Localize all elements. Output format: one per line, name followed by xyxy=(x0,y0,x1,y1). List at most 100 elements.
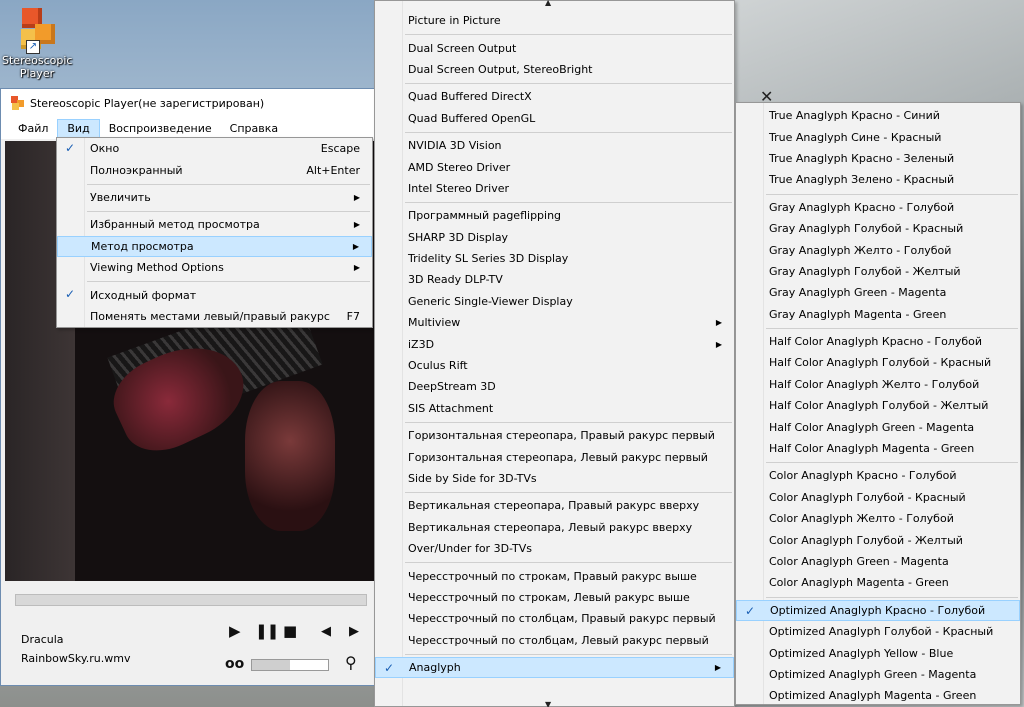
anaglyph-menu-item-gray-anaglyph-green-magenta[interactable]: Gray Anaglyph Green - Magenta xyxy=(736,282,1020,303)
submenu-arrow-icon: ▶ xyxy=(715,339,722,349)
anaglyph-menu-item-gray-anaglyph-красно-голубой[interactable]: Gray Anaglyph Красно - Голубой xyxy=(736,197,1020,218)
method-menu-item-side-by-side-for-3d-tvs[interactable]: Side by Side for 3D-TVs xyxy=(375,468,734,489)
anaglyph-menu-item-gray-anaglyph-голубой-желтый[interactable]: Gray Anaglyph Голубой - Желтый xyxy=(736,261,1020,282)
anaglyph-menu-item-half-color-anaglyph-голубой-красный[interactable]: Half Color Anaglyph Голубой - Красный xyxy=(736,352,1020,373)
method-menu-item-чересстрочный-по-столбцам-правый-ракурс-первый[interactable]: Чересстрочный по столбцам, Правый ракурс… xyxy=(375,608,734,629)
menu-item-label: Half Color Anaglyph Green - Magenta xyxy=(769,420,975,434)
method-menu-item-iz3d[interactable]: iZ3D ▶ xyxy=(375,333,734,354)
stereo-glasses-icon[interactable]: oo xyxy=(225,657,244,672)
anaglyph-menu-item-half-color-anaglyph-green-magenta[interactable]: Half Color Anaglyph Green - Magenta xyxy=(736,416,1020,437)
view-menu-item-полноэкранный[interactable]: Полноэкранный Alt+Enter xyxy=(57,159,372,180)
method-menu-item-nvidia-3d-vision[interactable]: NVIDIA 3D Vision xyxy=(375,135,734,156)
menu-item-label: Чересстрочный по строкам, Правый ракурс … xyxy=(408,569,697,583)
method-menu-item-multiview[interactable]: Multiview ▶ xyxy=(375,312,734,333)
menu-item-label: True Anaglyph Зелено - Красный xyxy=(769,173,955,187)
method-menu-item-quad-buffered-opengl[interactable]: Quad Buffered OpenGL xyxy=(375,108,734,129)
method-menu-item-программный-pageflipping[interactable]: Программный pageflipping xyxy=(375,205,734,226)
anaglyph-menu-item-optimized-anaglyph-magenta-green[interactable]: Optimized Anaglyph Magenta - Green xyxy=(736,685,1020,706)
play-icon[interactable]: ▶ xyxy=(229,624,241,639)
menu-help[interactable]: Справка xyxy=(221,120,287,137)
anaglyph-menu-item-half-color-anaglyph-magenta-green[interactable]: Half Color Anaglyph Magenta - Green xyxy=(736,438,1020,459)
anaglyph-menu-item-color-anaglyph-magenta-green[interactable]: Color Anaglyph Magenta - Green xyxy=(736,572,1020,593)
method-menu-item-чересстрочный-по-строкам-правый-ракурс-выше[interactable]: Чересстрочный по строкам, Правый ракурс … xyxy=(375,565,734,586)
method-menu-item-чересстрочный-по-столбцам-левый-ракурс-первый[interactable]: Чересстрочный по столбцам, Левый ракурс … xyxy=(375,630,734,651)
submenu-arrow-icon: ▶ xyxy=(714,663,721,673)
method-menu-item-вертикальная-стереопара-правый-ракурс-вверху[interactable]: Вертикальная стереопара, Правый ракурс в… xyxy=(375,495,734,516)
method-menu-item-вертикальная-стереопара-левый-ракурс-вверху[interactable]: Вертикальная стереопара, Левый ракурс вв… xyxy=(375,517,734,538)
method-menu-item-dual-screen-output[interactable]: Dual Screen Output xyxy=(375,37,734,58)
anaglyph-menu: True Anaglyph Красно - Синий True Anaglyp… xyxy=(735,102,1021,705)
method-menu-item-чересстрочный-по-строкам-левый-ракурс-выше[interactable]: Чересстрочный по строкам, Левый ракурс в… xyxy=(375,587,734,608)
view-menu-item-увеличить[interactable]: Увеличить ▶ xyxy=(57,187,372,208)
method-menu-item-generic-single-viewer-display[interactable]: Generic Single-Viewer Display xyxy=(375,291,734,312)
next-icon[interactable]: ▶ xyxy=(349,624,359,639)
method-menu-item-dual-screen-output-stereobright[interactable]: Dual Screen Output, StereoBright xyxy=(375,59,734,80)
anaglyph-menu-item-true-anaglyph-сине-красный[interactable]: True Anaglyph Сине - Красный xyxy=(736,126,1020,147)
shortcut-label: F7 xyxy=(346,309,360,323)
scroll-up-icon[interactable]: ▲ xyxy=(545,0,551,7)
menu-item-label: Горизонтальная стереопара, Правый ракурс… xyxy=(408,429,715,443)
anaglyph-menu-item-optimized-anaglyph-красно-голубой[interactable]: ✓ Optimized Anaglyph Красно - Голубой xyxy=(736,599,1020,621)
method-menu-item-amd-stereo-driver[interactable]: AMD Stereo Driver xyxy=(375,156,734,177)
method-menu-item-quad-buffered-directx[interactable]: Quad Buffered DirectX xyxy=(375,86,734,107)
anaglyph-menu-item-true-anaglyph-красно-синий[interactable]: True Anaglyph Красно - Синий xyxy=(736,105,1020,126)
anaglyph-menu-item-half-color-anaglyph-желто-голубой[interactable]: Half Color Anaglyph Желто - Голубой xyxy=(736,374,1020,395)
anaglyph-menu-item-half-color-anaglyph-красно-голубой[interactable]: Half Color Anaglyph Красно - Голубой xyxy=(736,331,1020,352)
method-menu-item-oculus-rift[interactable]: Oculus Rift xyxy=(375,355,734,376)
view-menu-item-избранный-метод-просмотра[interactable]: Избранный метод просмотра ▶ xyxy=(57,214,372,235)
method-menu-item-intel-stereo-driver[interactable]: Intel Stereo Driver xyxy=(375,178,734,199)
method-menu-item-горизонтальная-стереопара-левый-ракурс-первый[interactable]: Горизонтальная стереопара, Левый ракурс … xyxy=(375,446,734,467)
seek-bar[interactable] xyxy=(15,594,367,606)
menu-item-label: Gray Anaglyph Желто - Голубой xyxy=(769,243,952,257)
menu-item-label: DeepStream 3D xyxy=(408,380,496,394)
anaglyph-menu-item-half-color-anaglyph-голубой-желтый[interactable]: Half Color Anaglyph Голубой - Желтый xyxy=(736,395,1020,416)
media-title: Dracula xyxy=(21,633,64,646)
view-menu-item-viewing-method-options[interactable]: Viewing Method Options ▶ xyxy=(57,257,372,278)
method-menu-item-tridelity-sl-series-3d-display[interactable]: Tridelity SL Series 3D Display xyxy=(375,248,734,269)
anaglyph-menu-item-true-anaglyph-красно-зеленый[interactable]: True Anaglyph Красно - Зеленый xyxy=(736,148,1020,169)
menu-item-label: Полноэкранный xyxy=(90,163,183,177)
desktop-shortcut-stereoscopic-player[interactable]: ↗ Stereoscopic Player xyxy=(2,4,72,80)
view-menu-item-метод-просмотра[interactable]: Метод просмотра ▶ xyxy=(57,235,372,257)
anaglyph-menu-item-optimized-anaglyph-green-magenta[interactable]: Optimized Anaglyph Green - Magenta xyxy=(736,664,1020,685)
previous-icon[interactable]: ◀ xyxy=(321,624,331,639)
anaglyph-menu-item-color-anaglyph-желто-голубой[interactable]: Color Anaglyph Желто - Голубой xyxy=(736,508,1020,529)
viewing-method-menu: ▲ ▼ Picture in Picture Dual Screen Output… xyxy=(374,0,735,707)
method-menu-item-over-under-for-3d-tvs[interactable]: Over/Under for 3D-TVs xyxy=(375,538,734,559)
menu-item-label: Вертикальная стереопара, Правый ракурс в… xyxy=(408,499,700,513)
anaglyph-menu-item-optimized-anaglyph-голубой-красный[interactable]: Optimized Anaglyph Голубой - Красный xyxy=(736,621,1020,642)
anaglyph-menu-item-gray-anaglyph-желто-голубой[interactable]: Gray Anaglyph Желто - Голубой xyxy=(736,239,1020,260)
method-menu-item-sharp-3d-display[interactable]: SHARP 3D Display xyxy=(375,227,734,248)
method-menu-item-горизонтальная-стереопара-правый-ракурс-первый[interactable]: Горизонтальная стереопара, Правый ракурс… xyxy=(375,425,734,446)
anaglyph-menu-item-color-anaglyph-голубой-красный[interactable]: Color Anaglyph Голубой - Красный xyxy=(736,487,1020,508)
anaglyph-menu-item-color-anaglyph-красно-голубой[interactable]: Color Anaglyph Красно - Голубой xyxy=(736,465,1020,486)
scroll-down-icon[interactable]: ▼ xyxy=(545,700,551,707)
view-menu-item-поменять-местами-левый-правый-ракурс[interactable]: Поменять местами левый/правый ракурс F7 xyxy=(57,306,372,327)
volume-slider[interactable] xyxy=(251,659,329,671)
pause-icon[interactable]: ❚❚ xyxy=(255,624,279,639)
anaglyph-menu-item-true-anaglyph-зелено-красный[interactable]: True Anaglyph Зелено - Красный xyxy=(736,169,1020,190)
menu-playback[interactable]: Воспроизведение xyxy=(100,120,221,137)
zoom-icon[interactable]: ⚲ xyxy=(345,655,357,671)
anaglyph-menu-item-gray-anaglyph-голубой-красный[interactable]: Gray Anaglyph Голубой - Красный xyxy=(736,218,1020,239)
checkmark-icon: ✓ xyxy=(745,603,756,618)
anaglyph-menu-item-gray-anaglyph-magenta-green[interactable]: Gray Anaglyph Magenta - Green xyxy=(736,304,1020,325)
view-menu-item-окно[interactable]: ✓ Окно Escape xyxy=(57,138,372,159)
method-menu-item-sis-attachment[interactable]: SIS Attachment xyxy=(375,398,734,419)
menu-item-label: Side by Side for 3D-TVs xyxy=(408,472,537,485)
method-menu-item-anaglyph[interactable]: ✓ Anaglyph ▶ xyxy=(375,656,734,679)
anaglyph-menu-item-color-anaglyph-голубой-желтый[interactable]: Color Anaglyph Голубой - Желтый xyxy=(736,529,1020,550)
stop-icon[interactable]: ■ xyxy=(283,624,297,639)
method-menu-item-3d-ready-dlp-tv[interactable]: 3D Ready DLP-TV xyxy=(375,269,734,290)
anaglyph-menu-item-color-anaglyph-green-magenta[interactable]: Color Anaglyph Green - Magenta xyxy=(736,551,1020,572)
method-menu-item-deepstream-3d[interactable]: DeepStream 3D xyxy=(375,376,734,397)
anaglyph-menu-item-optimized-anaglyph-yellow-blue[interactable]: Optimized Anaglyph Yellow - Blue xyxy=(736,642,1020,663)
view-menu-item-исходный-формат[interactable]: ✓ Исходный формат xyxy=(57,284,372,305)
menu-item-label: NVIDIA 3D Vision xyxy=(408,139,502,153)
menu-file[interactable]: Файл xyxy=(9,120,57,137)
menu-item-label: Quad Buffered OpenGL xyxy=(408,111,536,125)
menu-view[interactable]: Вид xyxy=(57,118,100,138)
menu-item-label: Half Color Anaglyph Magenta - Green xyxy=(769,442,975,456)
method-menu-item-picture-in-picture[interactable]: Picture in Picture xyxy=(375,10,734,31)
title-bar[interactable]: Stereoscopic Player(не зарегистрирован) xyxy=(1,89,377,117)
